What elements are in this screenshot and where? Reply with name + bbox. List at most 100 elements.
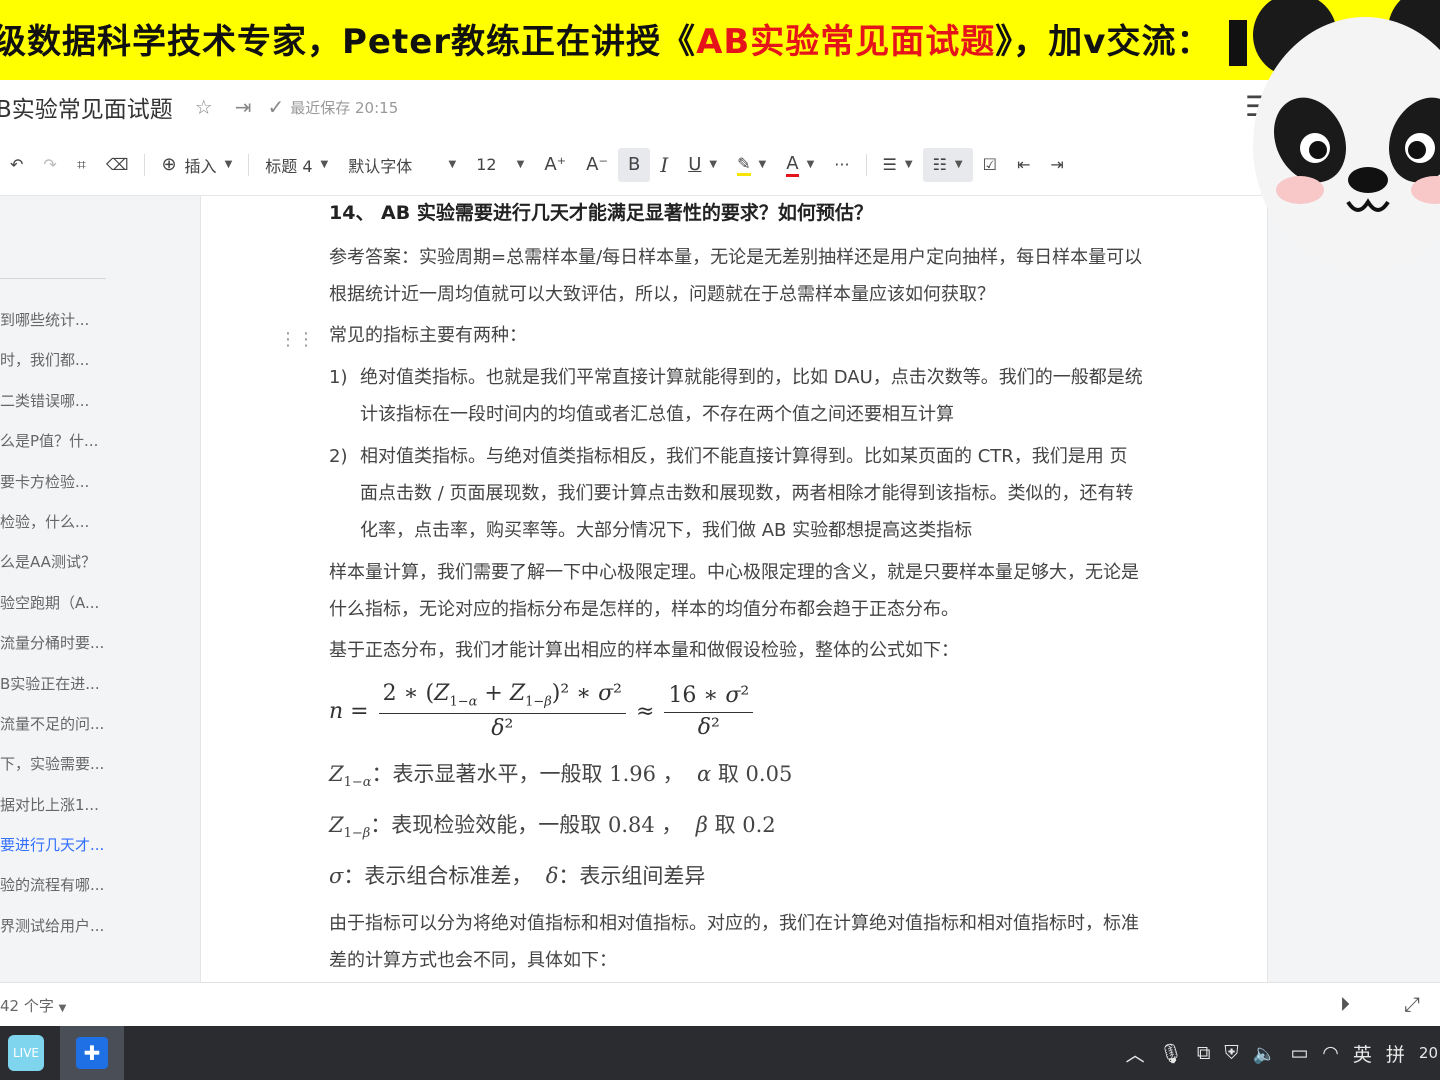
numbered-list-icon: ☷ [932,155,947,174]
microphone-icon[interactable]: 🎙 [1159,1042,1183,1065]
outline-item[interactable]: 下，实验需要... [0,744,104,784]
wifi-icon[interactable]: ◠ [1322,1042,1339,1064]
clear-format-button[interactable]: ⌫ [96,148,139,182]
outline-item[interactable]: 要卡方检验... [0,462,104,502]
outline-item[interactable]: 验的流程有哪... [0,865,104,905]
chevron-up-icon[interactable]: ︿ [1126,1040,1145,1067]
section-heading[interactable]: 14、 AB 实验需要进行几天才能满足显著性的要求？如何预估？ [329,197,1144,229]
title-bar: B实验常见面试题 ☆ ⇥ ✓ 最近保存 20:15 ☰ [0,80,1440,134]
outline-item[interactable]: 据对比上涨1... [0,785,104,825]
banner-highlight: AB实验常见面试题 [696,21,996,62]
list-item-text: 绝对值类指标。也就是我们平常直接计算就能得到的，比如 DAU，点击次数等。我们的… [360,367,1143,425]
ime-mode[interactable]: 拼 [1386,1040,1405,1067]
outline-item[interactable]: 验空跑期（A... [0,583,104,623]
def-sigma-text: ：表示组合标准差， [343,864,533,889]
doc-title[interactable]: B实验常见面试题 [0,90,173,124]
outline-item[interactable]: 时，我们都... [0,340,104,380]
plus-circle-icon: ⊕ [161,154,177,175]
battery-icon[interactable]: ▭ [1290,1042,1308,1064]
volume-icon[interactable]: 🔈 [1253,1042,1277,1065]
outline-item[interactable]: 到哪些统计... [0,300,104,340]
list-item[interactable]: 1) 绝对值类指标。也就是我们平常直接计算就能得到的，比如 DAU，点击次数等。… [329,359,1144,433]
checklist-button[interactable]: ☑ [973,148,1007,182]
clock[interactable]: 20 [1419,1044,1438,1062]
list-item[interactable]: 2) 相对值类指标。与绝对值类指标相反，我们不能直接计算得到。比如某页面的 CT… [329,438,1144,549]
word-count[interactable]: 42 个字 ▼ [0,995,66,1016]
font-select[interactable]: 默认字体 ▼ [338,148,466,182]
chevron-down-icon: ▼ [709,159,718,170]
divider [248,153,250,176]
panda-avatar [1253,0,1440,273]
redo-button[interactable]: ↷ [33,148,66,182]
eraser-icon: ⌫ [105,155,129,174]
heading-select[interactable]: 标题 4 ▼ [255,148,338,182]
paragraph-formula-intro[interactable]: 基于正态分布，我们才能计算出相应的样本量和做假设检验，整体的公式如下： [329,632,1144,669]
definition-z-beta: Z1−β：表现检验效能，一般取 0.84 ， β 取 0.2 [329,813,776,842]
outline-item[interactable]: 流量不足的问... [0,704,104,744]
underline-icon: U [688,154,702,175]
def-alpha-tail: 取 0.05 [711,762,793,786]
paragraph-metric-types[interactable]: 常见的指标主要有两种： [329,317,1144,354]
definition-z-alpha: Z1−α：表示显著水平，一般取 1.96 ， α 取 0.05 [329,762,793,791]
move-to-folder-icon[interactable]: ⇥ [235,95,252,119]
saved-check-icon: ✓ [267,95,285,119]
underline-button[interactable]: U ▼ [678,148,727,182]
paragraph-std-calc[interactable]: 由于指标可以分为将绝对值指标和相对值指标。对应的，我们在计算绝对值指标和相对值指… [329,905,1144,979]
outline-item[interactable]: 二类错误哪... [0,381,104,421]
banner-suffix: 》，加v交流： [995,21,1212,62]
chevron-down-icon: ▼ [954,159,963,170]
promo-banner: 级数据科学技术专家，Peter教练正在讲授《AB实验常见面试题》，加v交流： [0,0,1440,80]
outline-item[interactable]: 要进行几天才... [0,825,104,865]
docs-app-button[interactable]: ✚ [60,1026,124,1080]
system-tray: ︿ 🎙 ⧉ ⛨ 🔈 ▭ ◠ 英 拼 20 [1126,1026,1440,1080]
star-icon[interactable]: ☆ [195,95,213,119]
indent-button[interactable]: ⇥ [1040,148,1073,182]
shield-icon[interactable]: ⛨ [1224,1042,1238,1064]
insert-button[interactable]: ⊕ 插入 ▼ [151,148,242,182]
font-size-select[interactable]: 12 ▼ [466,148,534,182]
italic-button[interactable]: I [650,148,678,182]
chevron-down-icon: ▼ [758,159,767,170]
docs-app-icon: ✚ [76,1037,108,1069]
bullet-list-button[interactable]: ☰ ▼ [873,148,923,182]
increase-font-button[interactable]: A⁺ [534,148,576,182]
format-painter-icon: ⌗ [76,154,86,174]
list-number: 1) [329,367,348,388]
outline-item[interactable]: 流量分桶时要... [0,623,104,663]
decrease-font-button[interactable]: A⁻ [576,148,618,182]
live-app-icon[interactable]: LIVE [8,1035,44,1071]
font-size-label: 12 [476,155,497,174]
outdent-button[interactable]: ⇤ [1007,148,1040,182]
undo-button[interactable]: ↶ [0,148,33,182]
banner-text: 级数据科学技术专家，Peter教练正在讲授《AB实验常见面试题》，加v交流： [0,14,1248,67]
bold-button[interactable]: B [617,147,651,182]
play-icon[interactable]: ⏵ [1340,992,1350,1016]
paragraph-clt[interactable]: 样本量计算，我们需要了解一下中心极限定理。中心极限定理的含义，就是只要样本量足够… [329,554,1144,628]
outline-item[interactable]: 检验，什么... [0,502,104,542]
def-delta-text: ：表示组间差异 [558,864,706,889]
format-painter-button[interactable]: ⌗ [67,148,96,182]
screen-record-icon[interactable]: ⧉ [1197,1042,1211,1064]
outline-item[interactable]: B实验正在进... [0,664,104,704]
chevron-down-icon: ▼ [224,159,233,170]
document-content[interactable]: 14、 AB 实验需要进行几天才能满足显著性的要求？如何预估？ 参考答案：实验周… [329,196,1144,979]
paragraph-answer[interactable]: 参考答案：实验周期=总需样本量/每日样本量，无论是无差别抽样还是用户定向抽样，每… [329,239,1144,313]
more-button[interactable]: ··· [824,148,859,182]
ime-language[interactable]: 英 [1353,1040,1372,1067]
def-z-alpha-text: ：表示显著水平，一般取 1.96 ， [371,762,684,786]
chevron-down-icon: ▼ [806,159,815,170]
taskbar: LIVE ✚ ︿ 🎙 ⧉ ⛨ 🔈 ▭ ◠ 英 拼 20 [0,1026,1440,1080]
outline-item[interactable]: 么是P值？什... [0,421,104,461]
outline-item[interactable]: 么是AA测试？ [0,542,104,582]
caret-down-icon: ▼ [58,1003,67,1014]
document-page: ⋮⋮ 14、 AB 实验需要进行几天才能满足显著性的要求？如何预估？ 参考答案：… [200,196,1268,982]
definition-sigma-delta: σ：表示组合标准差， δ：表示组间差异 [329,864,706,889]
font-decrease-icon: A⁻ [586,154,608,175]
font-color-button[interactable]: A ▼ [776,148,824,182]
outline-item[interactable]: 界测试给用户... [0,906,104,946]
formula-fraction: 2 ∗ (Z1−α + Z1−β)² ∗ σ² δ² [378,681,626,741]
fullscreen-icon[interactable]: ⤢ [1404,992,1420,1016]
numbered-list-button[interactable]: ☷ ▼ [922,147,973,182]
highlight-button[interactable]: ✎ ▼ [727,148,776,182]
drag-handle-icon[interactable]: ⋮⋮ [279,329,315,350]
